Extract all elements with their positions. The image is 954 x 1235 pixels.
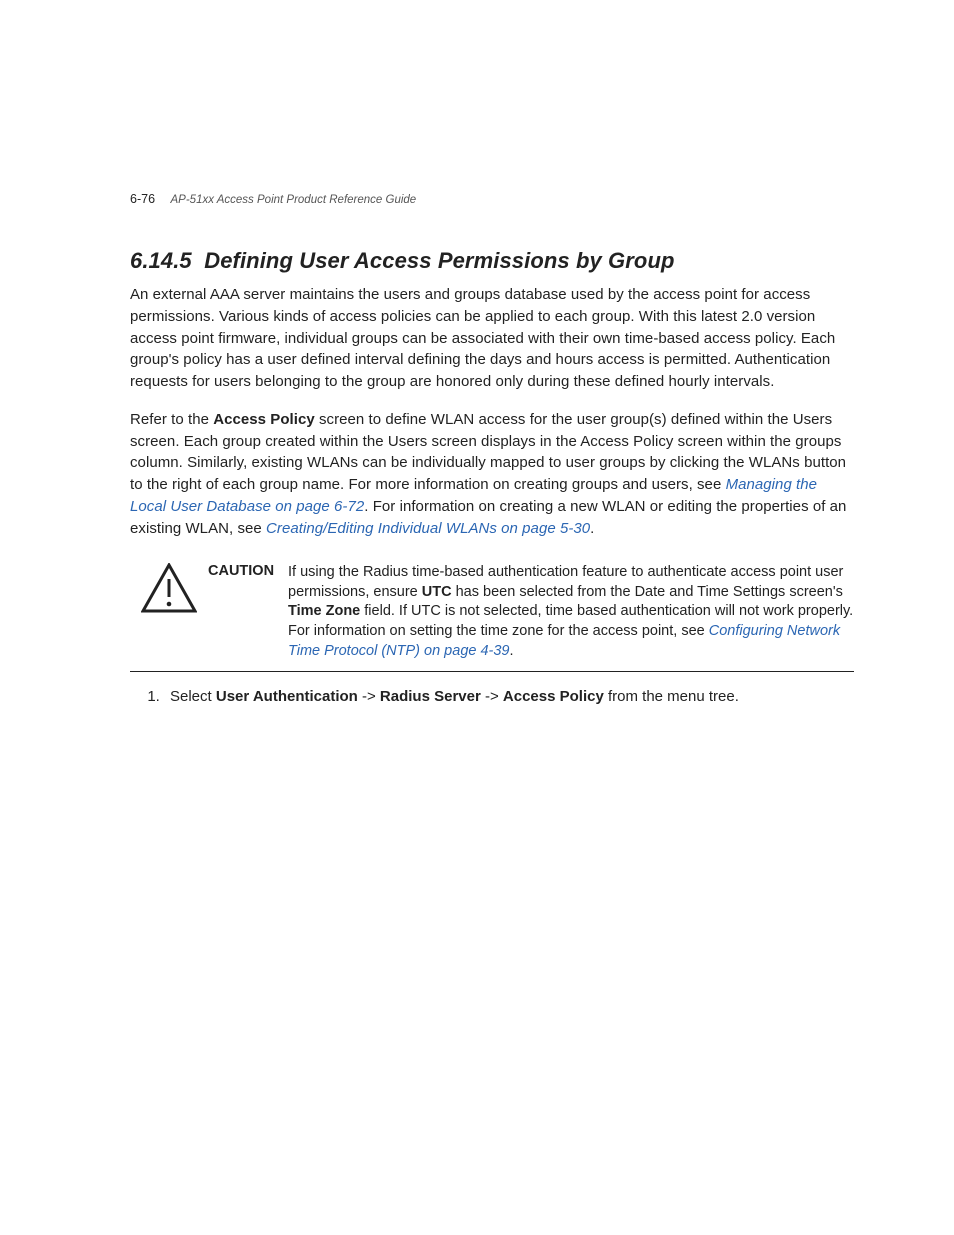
arrow-2: -> [481,688,503,705]
caution-triangle-icon [141,563,197,613]
menu-radius-server: Radius Server [380,688,481,705]
caution-icon-cell [130,563,208,661]
menu-user-authentication: User Authentication [216,688,358,705]
paragraph-2: Refer to the Access Policy screen to def… [130,409,854,540]
para2-post: . [590,520,594,537]
caution-body: If using the Radius time-based authentic… [288,563,854,661]
caution-label: CAUTION [208,563,288,661]
page-number: 6-76 [130,192,155,206]
section-title-text: Defining User Access Permissions by Grou… [204,248,674,273]
para2-pre: Refer to the [130,411,213,428]
step1-post: from the menu tree. [604,688,739,705]
guide-title: AP-51xx Access Point Product Reference G… [171,194,417,206]
steps-list: Select User Authentication -> Radius Ser… [164,686,854,709]
running-header: 6-76 AP-51xx Access Point Product Refere… [130,192,416,206]
section-heading: 6.14.5 Defining User Access Permissions … [130,248,854,274]
page-content: 6.14.5 Defining User Access Permissions … [130,248,854,709]
access-policy-label: Access Policy [213,411,315,428]
step-1: Select User Authentication -> Radius Ser… [164,686,854,709]
arrow-1: -> [358,688,380,705]
caution-block: CAUTION If using the Radius time-based a… [130,555,854,672]
time-zone-label: Time Zone [288,603,360,619]
caution-mid1: has been selected from the Date and Time… [452,584,843,600]
section-number: 6.14.5 [130,248,192,273]
step1-pre: Select [170,688,216,705]
paragraph-1: An external AAA server maintains the use… [130,284,854,393]
link-creating-editing-wlans[interactable]: Creating/Editing Individual WLANs on pag… [266,520,590,537]
caution-post: . [510,643,514,659]
utc-label: UTC [422,584,452,600]
menu-access-policy: Access Policy [503,688,604,705]
